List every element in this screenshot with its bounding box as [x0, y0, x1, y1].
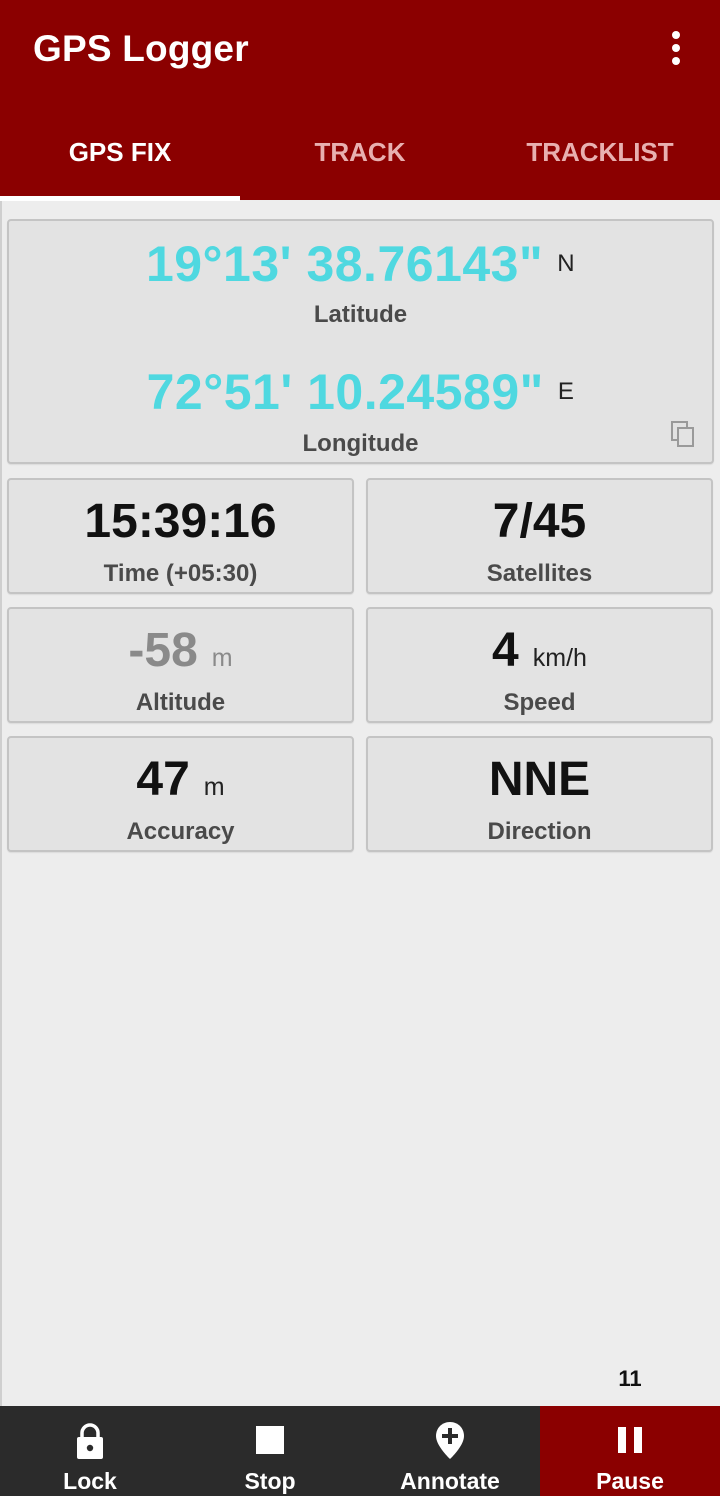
- time-label: Time (+05:30): [103, 560, 258, 587]
- stop-label: Stop: [244, 1468, 296, 1494]
- point-counter: 11: [618, 1366, 642, 1391]
- satellites-value: 7/45: [492, 495, 587, 548]
- altitude-value: -58 m: [128, 624, 233, 677]
- time-value: 15:39:16: [84, 495, 277, 548]
- add-location-icon: [436, 1422, 464, 1459]
- stop-button[interactable]: Stop: [180, 1406, 360, 1496]
- accuracy-value: 47 m: [136, 753, 225, 806]
- accuracy-label: Accuracy: [126, 818, 235, 845]
- satellites-card: 7/45 Satellites: [366, 478, 713, 594]
- time-card: 15:39:16 Time (+05:30): [7, 478, 354, 594]
- longitude-hemisphere: E: [557, 377, 575, 405]
- longitude-label: Longitude: [302, 430, 419, 457]
- accuracy-card: 47 m Accuracy: [7, 736, 354, 852]
- pause-icon: [618, 1427, 642, 1453]
- direction-value: NNE: [488, 753, 591, 806]
- speed-label: Speed: [503, 689, 576, 716]
- lock-icon: [77, 1423, 103, 1459]
- tab-track[interactable]: TRACK: [240, 110, 480, 200]
- app-bar: GPS Logger GPS FIX TRACK TRACKLIST: [0, 0, 720, 200]
- altitude-label: Altitude: [135, 689, 226, 716]
- annotate-button[interactable]: Annotate: [360, 1406, 540, 1496]
- longitude-value: 72°51' 10.24589" E: [146, 364, 575, 420]
- annotate-label: Annotate: [400, 1468, 500, 1494]
- overflow-menu-icon[interactable]: [654, 26, 698, 70]
- copy-icon[interactable]: [670, 420, 696, 448]
- satellites-label: Satellites: [486, 560, 593, 587]
- latitude-hemisphere: N: [557, 249, 576, 277]
- stop-icon: [256, 1426, 284, 1454]
- bottom-action-bar: Lock Stop Annotate Pause: [0, 1406, 720, 1496]
- tab-tracklist[interactable]: TRACKLIST: [480, 110, 720, 200]
- latitude-value: 19°13' 38.76143" N: [145, 236, 576, 292]
- pause-button[interactable]: Pause: [540, 1406, 720, 1496]
- app-title: GPS Logger: [33, 28, 249, 69]
- speed-value: 4 km/h: [492, 624, 587, 677]
- altitude-unit: m: [211, 644, 233, 672]
- latitude-label: Latitude: [313, 301, 408, 328]
- direction-label: Direction: [487, 818, 592, 845]
- pause-label: Pause: [596, 1468, 664, 1494]
- direction-card: NNE Direction: [366, 736, 713, 852]
- accuracy-unit: m: [203, 773, 225, 801]
- speed-unit: km/h: [532, 644, 587, 672]
- tab-bar: GPS FIX TRACK TRACKLIST: [0, 110, 720, 200]
- lock-label: Lock: [63, 1468, 117, 1494]
- lock-button[interactable]: Lock: [0, 1406, 180, 1496]
- altitude-card: -58 m Altitude: [7, 607, 354, 723]
- speed-card: 4 km/h Speed: [366, 607, 713, 723]
- tab-gps-fix[interactable]: GPS FIX: [0, 110, 240, 200]
- coordinates-card: 19°13' 38.76143" N Latitude 72°51' 10.245…: [7, 219, 714, 464]
